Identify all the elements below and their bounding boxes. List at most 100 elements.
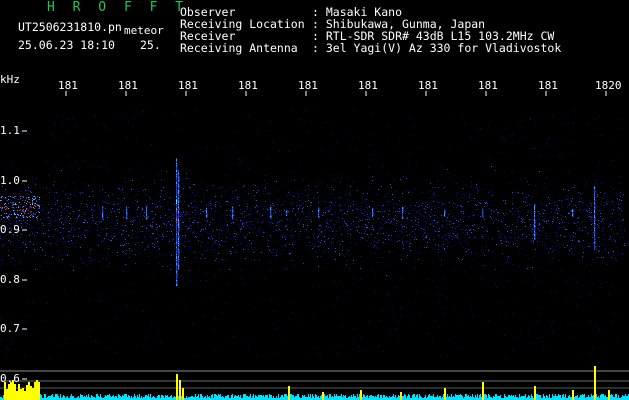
band-pixel (449, 235, 450, 236)
band-pixel (452, 227, 453, 228)
band-pixel (365, 219, 366, 220)
band-pixel (425, 212, 426, 213)
band-pixel (42, 208, 43, 209)
band-pixel (549, 203, 550, 204)
band-pixel (395, 191, 396, 192)
band-pixel (131, 191, 132, 192)
band-pixel (536, 220, 537, 221)
noise-pixel (401, 279, 402, 280)
band-pixel (452, 236, 453, 237)
noise-pixel (127, 138, 128, 139)
band-pixel (542, 238, 543, 239)
band-pixel (94, 223, 95, 224)
band-pixel (146, 194, 147, 195)
band-pixel (544, 188, 545, 189)
band-pixel (214, 252, 215, 253)
noise-level-sample (267, 395, 268, 400)
noise-level-sample (243, 394, 244, 400)
band-pixel (494, 211, 495, 212)
echo-pixel (573, 211, 574, 212)
band-pixel (299, 207, 300, 208)
echo-pixel (178, 175, 179, 176)
noise-pixel (158, 330, 159, 331)
noise-pixel (318, 352, 319, 353)
band-pixel (85, 204, 86, 205)
band-pixel (67, 236, 68, 237)
noise-pixel (543, 349, 544, 350)
band-pixel (346, 223, 347, 224)
band-pixel (33, 199, 34, 200)
band-pixel (289, 244, 290, 245)
echo-pixel (595, 237, 596, 238)
noise-pixel (472, 315, 473, 316)
echo-pixel (444, 211, 445, 213)
echo-pixel (206, 211, 207, 212)
echo-pixel (178, 200, 179, 201)
noise-pixel (510, 170, 511, 171)
band-pixel (401, 231, 402, 232)
noise-pixel (90, 253, 91, 254)
band-pixel (31, 211, 32, 212)
band-pixel (623, 237, 624, 238)
band-pixel (35, 214, 36, 215)
band-pixel (439, 231, 440, 232)
noise-pixel (55, 166, 56, 167)
band-pixel (580, 245, 581, 246)
band-pixel (37, 232, 38, 233)
noise-pixel (410, 232, 411, 233)
band-pixel (212, 246, 213, 247)
band-pixel (199, 221, 200, 222)
band-pixel (259, 228, 260, 229)
band-pixel (235, 236, 236, 237)
echo-pixel (178, 231, 179, 232)
band-pixel (557, 235, 558, 236)
echo-pixel (594, 233, 595, 234)
band-pixel (112, 208, 113, 209)
noise-level-sample (428, 395, 429, 400)
noise-level-sample (601, 394, 602, 400)
band-pixel (13, 204, 14, 205)
echo-pixel (594, 210, 595, 211)
band-pixel (595, 195, 596, 196)
noise-pixel (62, 121, 63, 122)
band-pixel (283, 204, 284, 205)
noise-pixel (463, 232, 464, 233)
band-pixel (152, 246, 153, 247)
noise-pixel (104, 162, 105, 163)
band-pixel (190, 195, 191, 196)
noise-pixel (123, 117, 124, 118)
echo-pixel (178, 209, 179, 210)
noise-pixel (27, 133, 28, 134)
band-pixel (442, 203, 443, 204)
band-pixel (36, 232, 37, 233)
band-pixel (259, 259, 260, 260)
echo-pixel (287, 211, 288, 212)
echo-pixel (178, 211, 179, 212)
band-pixel (482, 246, 483, 247)
band-pixel (604, 245, 605, 246)
band-pixel (301, 219, 302, 220)
echo-pixel (176, 167, 177, 168)
band-pixel (335, 259, 336, 260)
band-pixel (474, 237, 475, 238)
noise-level-sample (123, 396, 124, 400)
band-pixel (317, 256, 318, 257)
echo-pixel (176, 219, 177, 220)
band-pixel (292, 209, 293, 210)
noise-pixel (617, 340, 618, 341)
echo-pixel (178, 245, 179, 246)
band-pixel (210, 203, 211, 204)
band-pixel (360, 220, 361, 221)
echo-pixel (177, 285, 178, 286)
band-pixel (295, 215, 296, 216)
noise-pixel (498, 302, 499, 303)
band-pixel (457, 234, 458, 235)
band-pixel (458, 221, 459, 222)
echo-pixel (178, 226, 179, 227)
band-pixel (415, 234, 416, 235)
noise-pixel (567, 300, 568, 301)
band-pixel (207, 250, 208, 251)
noise-level-sample (539, 395, 540, 400)
noise-level-sample (375, 396, 376, 400)
band-pixel (491, 251, 492, 252)
